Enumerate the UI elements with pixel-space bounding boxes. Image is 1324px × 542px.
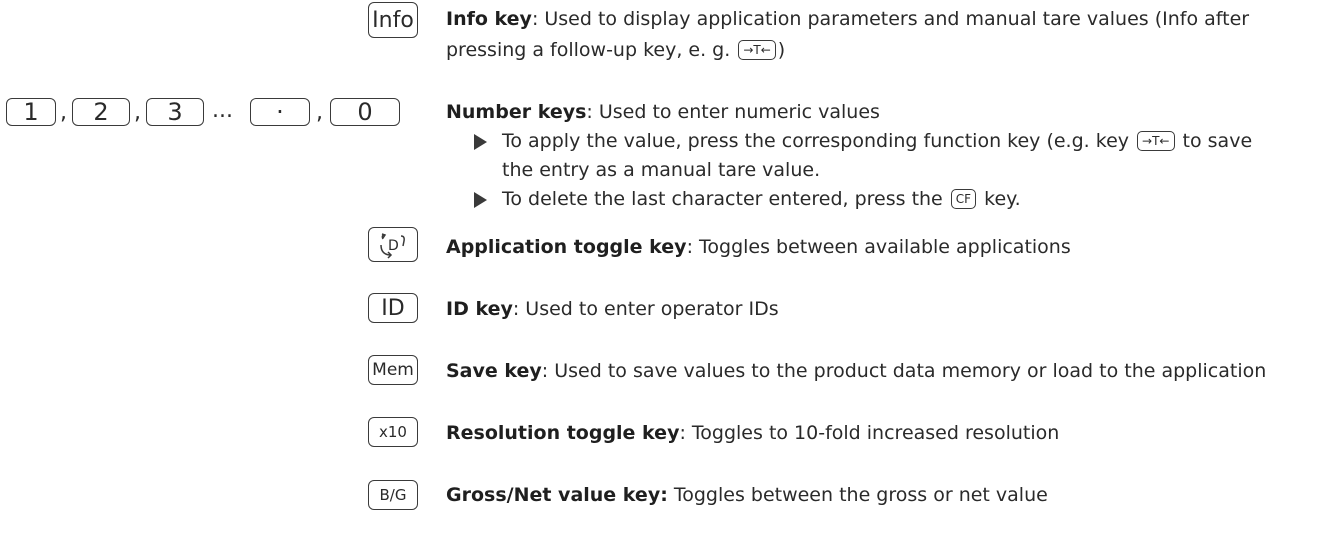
svg-text:D: D [388,238,399,254]
app-toggle-icon: D [380,232,405,259]
save-key-description: Save key: Used to save values to the pro… [446,360,1267,382]
separator: , [60,100,67,125]
tare-key-icon: →T← [1137,131,1175,151]
application-toggle-description: Application toggle key: Toggles between … [446,236,1071,258]
gross-net-key: B/G [368,480,418,510]
ellipsis: ... [212,98,233,123]
tare-key-icon: →T← [738,40,776,60]
id-key-description: ID key: Used to enter operator IDs [446,298,779,320]
id-key-label: ID [381,295,405,321]
application-toggle-key: D [368,227,418,262]
info-key: Info [368,2,418,38]
number-key-0: 0 [330,98,400,126]
triangle-bullet-icon [474,134,487,150]
info-key-label: Info [372,7,414,33]
info-key-desc: : Used to display application parameters… [531,8,1250,30]
number-keys-bullet-2: To delete the last character entered, pr… [502,188,1021,210]
triangle-bullet-icon [474,192,487,208]
gross-net-title: Gross/Net value key: [446,484,668,506]
application-toggle-title: Application toggle key [446,236,687,258]
info-key-title: Info key [446,8,532,30]
number-keys-bullet-1: To apply the value, press the correspond… [502,130,1253,152]
number-key-2: 2 [72,98,130,126]
info-key-description-line2: pressing a follow-up key, e. g. →T←) [446,39,786,61]
save-key: Mem [368,355,418,385]
resolution-toggle-key: x10 [368,417,418,447]
number-key-1: 1 [6,98,56,126]
number-keys-title: Number keys [446,101,587,123]
number-key-3: 3 [146,98,204,126]
gross-net-key-label: B/G [379,486,407,504]
decimal-point-key: · [250,98,310,126]
id-key: ID [368,293,418,323]
id-key-title: ID key [446,298,513,320]
gross-net-description: Gross/Net value key: Toggles between the… [446,484,1048,506]
cf-key-icon: CF [950,189,977,209]
number-keys-bullet-1-line2: the entry as a manual tare value. [502,159,821,181]
number-keys-description: Number keys: Used to enter numeric value… [446,101,880,123]
info-key-description: Info key: Used to display application pa… [446,4,1249,34]
separator: , [316,100,323,125]
save-key-label: Mem [372,360,414,380]
resolution-toggle-description: Resolution toggle key: Toggles to 10-fol… [446,422,1060,444]
resolution-toggle-label: x10 [379,423,407,441]
separator: , [134,100,141,125]
save-key-title: Save key [446,360,542,382]
resolution-toggle-title: Resolution toggle key [446,422,680,444]
